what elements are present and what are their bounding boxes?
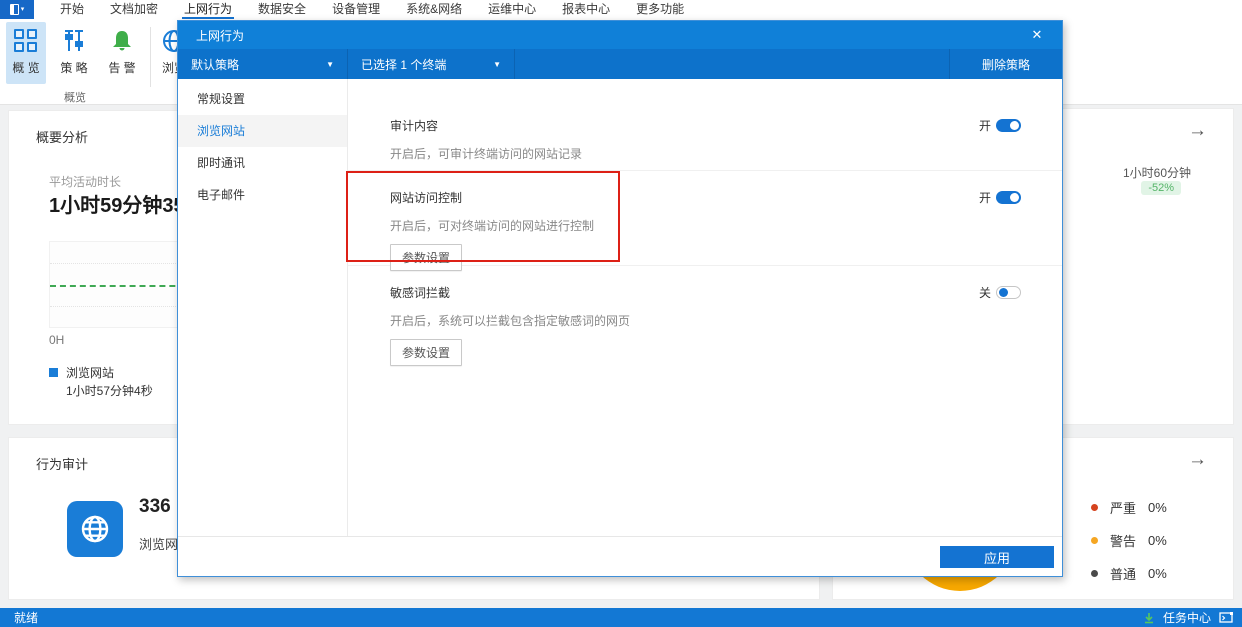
- arrow-right-icon[interactable]: →: [1188, 450, 1207, 469]
- ribbon-alert-label: 告 警: [108, 61, 136, 75]
- close-icon[interactable]: ✕: [1022, 21, 1052, 49]
- menu-item-device-mgmt[interactable]: 设备管理: [332, 0, 380, 19]
- toggle-state-label: 开: [978, 191, 991, 205]
- alarm-label: 警告: [1110, 534, 1137, 549]
- chevron-down-icon: ▾: [20, 6, 25, 13]
- download-icon[interactable]: [1143, 612, 1155, 624]
- x-axis-label: 0H: [49, 333, 65, 347]
- menubar: ▾ 开始 文档加密 上网行为 数据安全 设备管理 系统&网络 运维中心 报表中心…: [0, 0, 1242, 19]
- ribbon-alert-button[interactable]: 告 警: [102, 22, 142, 84]
- severe-dot-icon: [1091, 504, 1098, 511]
- section-audit-content: 审计内容 开启后，可审计终端访问的网站记录 开: [348, 79, 1062, 171]
- audit-card-title: 行为审计: [36, 457, 89, 472]
- dialog-footer: 应用: [178, 536, 1062, 576]
- alarm-value: 0%: [1148, 533, 1167, 548]
- legend-value: 1小时57分钟4秒: [66, 384, 153, 398]
- delta-badge: -52%: [1141, 181, 1181, 195]
- menu-item-doc-encrypt[interactable]: 文档加密: [110, 0, 158, 19]
- menu-item-ops-center[interactable]: 运维中心: [488, 0, 536, 19]
- chart-legend: 浏览网站: [49, 364, 114, 381]
- status-ready-label: 就绪: [14, 611, 39, 625]
- statusbar: 就绪 任务中心: [0, 608, 1242, 627]
- app-icon: [9, 4, 19, 15]
- sensitive-words-toggle-wrap: 关: [979, 284, 1021, 301]
- site-access-toggle-wrap: 开: [979, 189, 1021, 206]
- sidebar-item-general[interactable]: 常规设置: [178, 83, 347, 115]
- site-access-toggle[interactable]: [996, 191, 1021, 204]
- toggle-state-label: 开: [978, 119, 991, 133]
- sensitive-words-params-button[interactable]: 参数设置: [390, 339, 463, 366]
- ribbon-group-label: 概览: [64, 92, 86, 104]
- section-site-access-control: 网站访问控制 开启后，可对终端访问的网站进行控制 参数设置 开: [348, 171, 1062, 271]
- section-desc: 开启后，可对终端访问的网站进行控制: [390, 219, 595, 233]
- bell-icon: [113, 31, 131, 51]
- warning-dot-icon: [1091, 537, 1098, 544]
- policy-dropdown-value: 默认策略: [191, 57, 240, 72]
- toggle-state-label: 关: [978, 286, 991, 300]
- alarm-row-severe: 严重 0%: [1091, 498, 1167, 517]
- menu-item-web-behavior[interactable]: 上网行为: [182, 0, 235, 19]
- alarm-value: 0%: [1148, 500, 1167, 515]
- terminal-dropdown[interactable]: 已选择 1 个终端 ▼: [348, 49, 515, 79]
- section-title: 敏感词拦截: [390, 286, 451, 300]
- menu-item-report-center[interactable]: 报表中心: [562, 0, 610, 19]
- globe-icon: [81, 515, 109, 543]
- chevron-down-icon: ▼: [326, 59, 334, 69]
- console-icon[interactable]: [1219, 611, 1234, 624]
- audit-toggle-wrap: 开: [979, 117, 1021, 134]
- ribbon-separator: [150, 27, 151, 87]
- menu-item-start[interactable]: 开始: [60, 0, 84, 19]
- audit-content-toggle[interactable]: [996, 119, 1021, 132]
- sliders-icon: [65, 30, 83, 51]
- browse-count: 336: [139, 496, 171, 517]
- grid-icon: [14, 29, 38, 53]
- delete-policy-button[interactable]: 删除策略: [949, 49, 1062, 79]
- avg-duration-label: 平均活动时长: [49, 175, 122, 189]
- menu-item-more[interactable]: 更多功能: [636, 0, 684, 19]
- web-behavior-policy-dialog: 上网行为 ✕ 默认策略 ▼ 已选择 1 个终端 ▼ 删除策略 常规设置 浏览网站…: [177, 20, 1063, 577]
- alarm-label: 严重: [1110, 501, 1137, 516]
- menu-item-system-network[interactable]: 系统&网络: [406, 0, 462, 19]
- normal-dot-icon: [1091, 570, 1098, 577]
- chevron-down-icon: ▼: [493, 59, 501, 69]
- ribbon-overview-label: 概 览: [12, 61, 40, 75]
- terminal-dropdown-value: 已选择 1 个终端: [361, 57, 447, 72]
- section-desc: 开启后，可审计终端访问的网站记录: [390, 147, 583, 161]
- section-desc: 开启后，系统可以拦截包含指定敏感词的网页: [390, 314, 631, 328]
- legend-swatch: [49, 368, 58, 377]
- policy-dropdown[interactable]: 默认策略 ▼: [178, 49, 348, 79]
- sidebar-item-instant-messaging[interactable]: 即时通讯: [178, 147, 347, 179]
- alarm-value: 0%: [1148, 566, 1167, 581]
- legend-label: 浏览网站: [66, 366, 115, 380]
- section-title: 审计内容: [390, 119, 439, 133]
- dialog-sidebar: 常规设置 浏览网站 即时通讯 电子邮件: [178, 79, 348, 576]
- ribbon-overview-button[interactable]: 概 览: [6, 22, 46, 84]
- ribbon-policy-label: 策 略: [60, 61, 88, 75]
- dialog-titlebar: 上网行为 ✕: [178, 21, 1062, 49]
- alarm-label: 普通: [1110, 567, 1137, 582]
- task-center-button[interactable]: 任务中心: [1163, 609, 1211, 626]
- browse-stat-tile: [67, 501, 123, 557]
- apply-button[interactable]: 应用: [940, 546, 1054, 568]
- section-sensitive-words: 敏感词拦截 开启后，系统可以拦截包含指定敏感词的网页 参数设置 关: [348, 266, 1062, 366]
- sensitive-words-toggle[interactable]: [996, 286, 1021, 299]
- alarm-row-normal: 普通 0%: [1091, 564, 1167, 583]
- summary-card-title: 概要分析: [36, 130, 89, 145]
- dialog-toolbar: 默认策略 ▼ 已选择 1 个终端 ▼ 删除策略: [178, 49, 1062, 79]
- section-title: 网站访问控制: [390, 191, 463, 205]
- app-menu-button[interactable]: ▾: [0, 0, 34, 19]
- menu-item-data-security[interactable]: 数据安全: [258, 0, 306, 19]
- ribbon-policy-button[interactable]: 策 略: [54, 22, 94, 84]
- arrow-right-icon[interactable]: →: [1188, 121, 1207, 140]
- sidebar-item-email[interactable]: 电子邮件: [178, 179, 347, 211]
- dialog-content: 审计内容 开启后，可审计终端访问的网站记录 开 网站访问控制 开启后，可对终端访…: [348, 79, 1062, 536]
- dialog-title: 上网行为: [196, 28, 245, 43]
- sidebar-item-browse-web[interactable]: 浏览网站: [178, 115, 347, 147]
- alarm-row-warning: 警告 0%: [1091, 531, 1167, 550]
